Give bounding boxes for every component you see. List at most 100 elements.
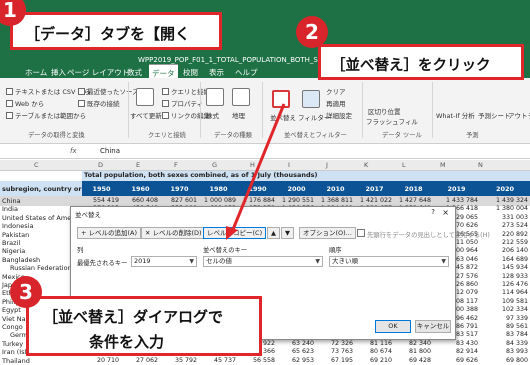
column-select[interactable]: 2019 ▼ [131, 256, 197, 267]
value-cell[interactable]: 128 933 [484, 273, 528, 280]
value-cell[interactable]: 114 964 [484, 289, 528, 296]
what-if-button[interactable]: What-If 分析 [436, 110, 475, 120]
queries-connections-button[interactable]: クエリと接続 [162, 86, 210, 96]
col-header[interactable]: I [288, 161, 290, 169]
value-cell[interactable]: 126 476 [484, 281, 528, 288]
value-cell[interactable]: 102 334 [484, 306, 528, 313]
refresh-all-label[interactable]: すべて更新 [130, 110, 162, 120]
value-cell[interactable]: 1 439 324 [484, 197, 528, 204]
value-cell[interactable]: 20 710 [75, 357, 119, 364]
flash-fill-button[interactable]: フラッシュフィル [366, 116, 418, 126]
value-cell[interactable]: 109 581 [484, 298, 528, 305]
year-header[interactable]: 2019 [433, 181, 480, 197]
help-icon[interactable]: ? [431, 208, 435, 216]
value-cell[interactable]: 67 195 [309, 357, 353, 364]
forecast-sheet-button[interactable]: 予測シート [478, 110, 511, 120]
value-cell[interactable]: 83 430 [434, 340, 478, 347]
value-cell[interactable]: 1 368 811 [309, 197, 353, 204]
value-cell[interactable]: 65 623 [270, 348, 314, 355]
year-header[interactable]: 2018 [394, 181, 433, 197]
value-cell[interactable]: 1 000 089 [192, 197, 236, 204]
filter-icon[interactable] [302, 90, 320, 108]
move-up-button[interactable]: ▲ [267, 227, 280, 239]
value-cell[interactable]: 273 524 [484, 222, 528, 229]
value-cell[interactable]: 82 914 [434, 348, 478, 355]
value-cell[interactable]: 220 892 [484, 231, 528, 238]
tab-data[interactable]: データ [149, 64, 178, 78]
value-cell[interactable]: 206 140 [484, 247, 528, 254]
country-cell[interactable]: Bangladesh [2, 256, 40, 264]
order-select[interactable]: 大きい順 ▼ [329, 256, 449, 267]
sort-icon[interactable] [272, 90, 290, 108]
value-cell[interactable]: 1 290 551 [270, 197, 314, 204]
value-cell[interactable]: 84 339 [484, 340, 528, 347]
year-header[interactable]: 1960 [121, 181, 160, 197]
country-cell[interactable]: Thailand [2, 357, 30, 365]
value-cell[interactable]: 1 427 648 [387, 197, 431, 204]
value-cell[interactable]: 827 601 [153, 197, 197, 204]
col-header[interactable]: L [402, 161, 406, 169]
value-cell[interactable]: 212 559 [484, 239, 528, 246]
value-cell[interactable]: 83 993 [484, 348, 528, 355]
col-header[interactable]: G [212, 161, 217, 169]
has-header-checkbox[interactable] [357, 229, 365, 237]
value-cell[interactable]: 145 934 [484, 264, 528, 271]
year-header[interactable]: 2010 [316, 181, 355, 197]
cancel-button[interactable]: キャンセル [415, 320, 451, 333]
col-header[interactable]: K [364, 161, 368, 169]
refresh-all-icon[interactable] [136, 88, 154, 106]
value-cell[interactable]: 83 784 [484, 331, 528, 338]
col-header[interactable]: D [98, 161, 103, 169]
col-header[interactable]: M [440, 161, 446, 169]
value-cell[interactable]: 69 210 [348, 357, 392, 364]
value-cell[interactable]: 1 176 884 [231, 197, 275, 204]
country-cell[interactable]: Pakistan [2, 231, 29, 239]
text-to-columns-button[interactable]: 区切り位置 [368, 106, 401, 116]
col-header[interactable]: H [250, 161, 255, 169]
value-cell[interactable]: 63 240 [270, 340, 314, 347]
year-header[interactable]: 2000 [277, 181, 316, 197]
value-cell[interactable]: 554 419 [75, 197, 119, 204]
value-cell[interactable]: 89 561 [484, 323, 528, 330]
value-cell[interactable]: 82 340 [387, 340, 431, 347]
year-header[interactable]: 1970 [160, 181, 199, 197]
value-cell[interactable]: 73 763 [309, 348, 353, 355]
country-cell[interactable]: Russian Federation [10, 264, 72, 272]
country-cell[interactable]: India [2, 205, 18, 213]
value-cell[interactable]: 1 380 004 [484, 205, 528, 212]
properties-button[interactable]: プロパティ [162, 98, 203, 108]
formula-input[interactable]: China [100, 147, 120, 155]
country-cell[interactable]: Nigeria [2, 247, 25, 255]
from-table-button[interactable]: テーブルまたは範囲から [6, 110, 86, 120]
value-cell[interactable]: 69 800 [484, 357, 528, 364]
advanced-filter-button[interactable]: 詳細設定 [326, 110, 352, 120]
sort-button-label[interactable]: 並べ替え [270, 112, 296, 122]
geography-icon[interactable] [232, 88, 250, 106]
value-cell[interactable]: 62 953 [270, 357, 314, 364]
stocks-icon[interactable] [206, 88, 224, 106]
reapply-button[interactable]: 再適用 [326, 98, 346, 108]
country-cell[interactable]: China [2, 197, 21, 205]
year-header[interactable]: 1990 [238, 181, 277, 197]
add-level-button[interactable]: + レベルの追加(A) [77, 227, 142, 239]
close-icon[interactable]: × [442, 208, 449, 217]
country-cell[interactable]: Turkey [2, 340, 23, 348]
copy-level-button[interactable]: レベルのコピー(C) [203, 227, 267, 239]
year-header[interactable]: 1950 [82, 181, 121, 197]
country-cell[interactable]: Egypt [2, 306, 21, 314]
geography-label[interactable]: 地理 [232, 110, 245, 120]
value-cell[interactable]: 164 689 [484, 256, 528, 263]
value-cell[interactable]: 69 626 [434, 357, 478, 364]
options-button[interactable]: オプション(O)... [299, 227, 356, 239]
recent-sources-button[interactable]: 最近使ったソース [78, 86, 139, 96]
value-cell[interactable]: 81 800 [387, 348, 431, 355]
value-cell[interactable]: 331 003 [484, 214, 528, 221]
existing-connections-button[interactable]: 既存の接続 [78, 98, 120, 108]
ok-button[interactable]: OK [375, 320, 411, 333]
clear-filter-button[interactable]: クリア [326, 86, 346, 96]
value-cell[interactable]: 81 116 [348, 340, 392, 347]
country-cell[interactable]: Indonesia [2, 222, 33, 230]
value-cell[interactable]: 27 062 [114, 357, 158, 364]
year-header[interactable]: 2017 [355, 181, 394, 197]
stocks-label[interactable]: 株式 [206, 110, 219, 120]
